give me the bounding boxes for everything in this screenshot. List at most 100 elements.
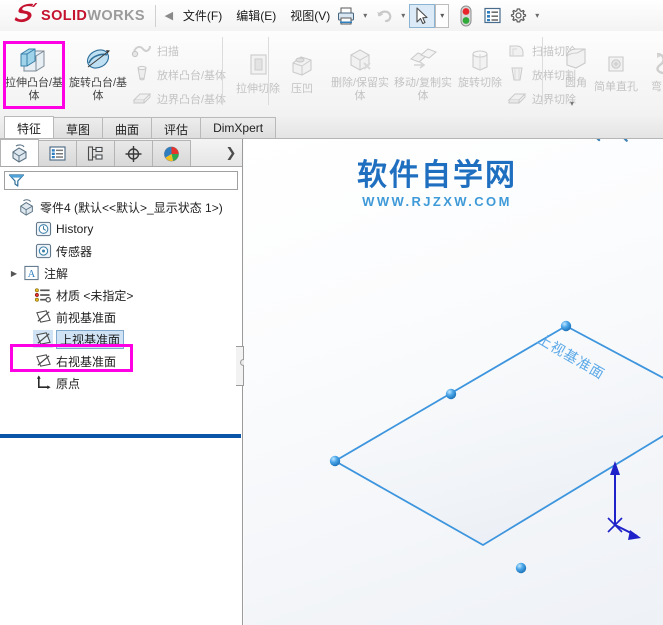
graphics-area[interactable]: 软件自学网 WWW.RJZXW.COM 上视基准面 [244,139,663,625]
ribbon-button-boundary-cut[interactable]: 边界切除 [506,89,576,109]
ribbon-label-flex: 弯曲 [651,81,663,93]
tree-item-right-plane-label: 右视基准面 [56,354,117,369]
revolve-boss-icon [82,45,114,75]
extrude-cut-icon [242,51,274,81]
menu-collapse-arrow-icon[interactable]: ◀ [162,9,176,22]
tab-features[interactable]: 特征 [4,116,55,138]
undo-dropdown-caret[interactable]: ▾ [397,3,409,29]
ribbon-button-loft-boss[interactable]: 放样凸台/基体 [131,65,226,85]
part-icon-svg [20,198,33,216]
history-icon-svg [35,221,51,237]
tree-item-front-plane[interactable]: 前视基准面 [3,306,242,328]
fillet-more-caret-icon[interactable]: ▾ [570,99,574,108]
select-caret-glyph: ▾ [440,11,445,20]
options-list-icon[interactable] [479,3,505,29]
dimxpert-manager-tab[interactable] [114,140,153,166]
rollback-bar[interactable] [0,434,241,438]
plane-icon-svg [35,310,51,323]
tree-item-top-plane[interactable]: 上视基准面 [3,328,242,350]
ribbon-button-sweep[interactable]: 扫描 [131,41,179,61]
tab-evaluate[interactable]: 评估 [151,117,202,138]
ribbon-label-indent: 压凹 [291,83,313,95]
ds-mark-svg [14,2,38,22]
rebuild-status-icon[interactable] [453,3,479,29]
revolve-boss-icon-svg [86,49,110,69]
history-icon [33,220,53,238]
tree-item-history[interactable]: History [3,218,242,240]
extrude-cut-icon-svg [250,54,267,75]
settings-gear-icon[interactable] [505,3,531,29]
menu-item-view[interactable]: 视图(V) [283,3,337,28]
tree-item-origin[interactable]: 原点 [3,372,242,394]
ribbon-button-move-copy-body[interactable]: 移动/复制实体 [393,45,453,102]
display-manager-tab[interactable] [152,140,191,166]
tab-surfaces[interactable]: 曲面 [102,117,153,138]
origin-icon [33,374,53,392]
tree-item-annotations-label: 注解 [44,266,69,281]
select-dropdown-caret[interactable]: ▾ [435,3,450,28]
tree-item-sensors[interactable]: 传感器 [3,240,242,262]
tree-item-material-label: 材质 <未指定> [56,288,134,303]
ribbon-button-flex[interactable]: 弯曲 [632,49,663,94]
print-icon[interactable] [333,3,359,29]
print-dropdown-caret[interactable]: ▾ [359,3,371,29]
tab-sketch[interactable]: 草图 [53,117,104,138]
plane-icon [33,352,53,370]
plane-handle-top[interactable] [560,320,572,332]
configuration-manager-tab[interactable] [76,140,115,166]
tree-item-annotations[interactable]: ▶ A 注解 [3,262,242,284]
feature-manager-tab[interactable] [0,139,39,166]
simple-hole-icon-svg [608,56,624,72]
tree-twisty-annotations[interactable]: ▶ [7,269,21,278]
ribbon-label-boundary-boss: 边界凸台/基体 [157,94,227,106]
move-copy-body-icon [407,45,439,75]
print-icon-svg [338,7,355,24]
loft-boss-icon [131,65,153,85]
ribbon-button-indent[interactable]: 压凹 [272,51,332,96]
select-cursor-icon[interactable] [409,3,436,28]
ribbon-label-revolve-cut: 旋转切除 [458,77,502,89]
move-copy-body-icon-svg [410,48,437,69]
tab-dimxpert[interactable]: DimXpert [200,117,277,138]
tree-item-history-label: History [56,222,94,236]
plane-handle-left[interactable] [329,455,341,467]
extrude-boss-icon-svg [20,48,45,72]
options-list-icon-svg [484,7,501,24]
ribbon-button-extrude-boss[interactable]: 拉伸凸台/基体 [4,45,64,102]
ribbon-label-loft-boss: 放样凸台/基体 [157,70,227,82]
tree-filter-bar[interactable] [4,171,238,190]
ribbon-button-revolve-boss[interactable]: 旋转凸台/基体 [68,45,128,102]
coordinate-triad [607,461,641,540]
ribbon-label-delete-body: 删除/保留实体 [330,77,390,102]
selected-plane-graphic[interactable] [244,139,663,625]
tree-item-right-plane[interactable]: 右视基准面 [3,350,242,372]
undo-icon[interactable] [371,3,397,29]
panel-expand-chevron-icon[interactable]: ❯ [219,140,242,166]
boundary-cut-icon-svg [507,93,527,104]
command-manager-tabs: 特征 草图 曲面 评估 DimXpert [0,116,663,139]
settings-dropdown-caret[interactable]: ▾ [531,3,543,29]
ribbon-button-revolve-cut[interactable]: 旋转切除 [450,45,510,90]
ribbon-button-delete-body[interactable]: 删除/保留实体 [330,45,390,102]
tree-item-material[interactable]: 材质 <未指定> [3,284,242,306]
property-manager-icon [49,146,66,161]
ribbon-button-boundary-boss[interactable]: 边界凸台/基体 [131,89,226,109]
menu-item-file[interactable]: 文件(F) [176,3,229,28]
tree-item-part-label: 零件4 (默认<<默认>_显示状态 1>) [40,200,223,215]
solidworks-window: SOLID WORKS ◀ 文件(F) 编辑(E) 视图(V) ▾ ▾ ▾ ▾ … [0,0,663,625]
tree-item-part[interactable]: 零件4 (默认<<默认>_显示状态 1>) [3,196,242,218]
menu-item-edit[interactable]: 编辑(E) [229,3,283,28]
boundary-cut-icon [506,89,528,109]
plane-handle-lower-mid[interactable] [515,562,527,574]
ribbon-label-extrude-boss: 拉伸凸台/基体 [4,77,64,102]
plane-icon [33,330,53,348]
extrude-boss-icon [18,45,50,75]
plane-handle-upper-mid[interactable] [445,388,457,400]
solidworks-logo: SOLID WORKS [0,0,145,31]
property-manager-tab[interactable] [38,140,77,166]
ribbon-divider-2 [268,37,269,105]
loft-cut-icon-svg [511,67,523,81]
panel-splitter[interactable] [236,346,244,386]
plane-boundary[interactable] [333,324,663,547]
sensor-icon-svg [35,243,51,259]
